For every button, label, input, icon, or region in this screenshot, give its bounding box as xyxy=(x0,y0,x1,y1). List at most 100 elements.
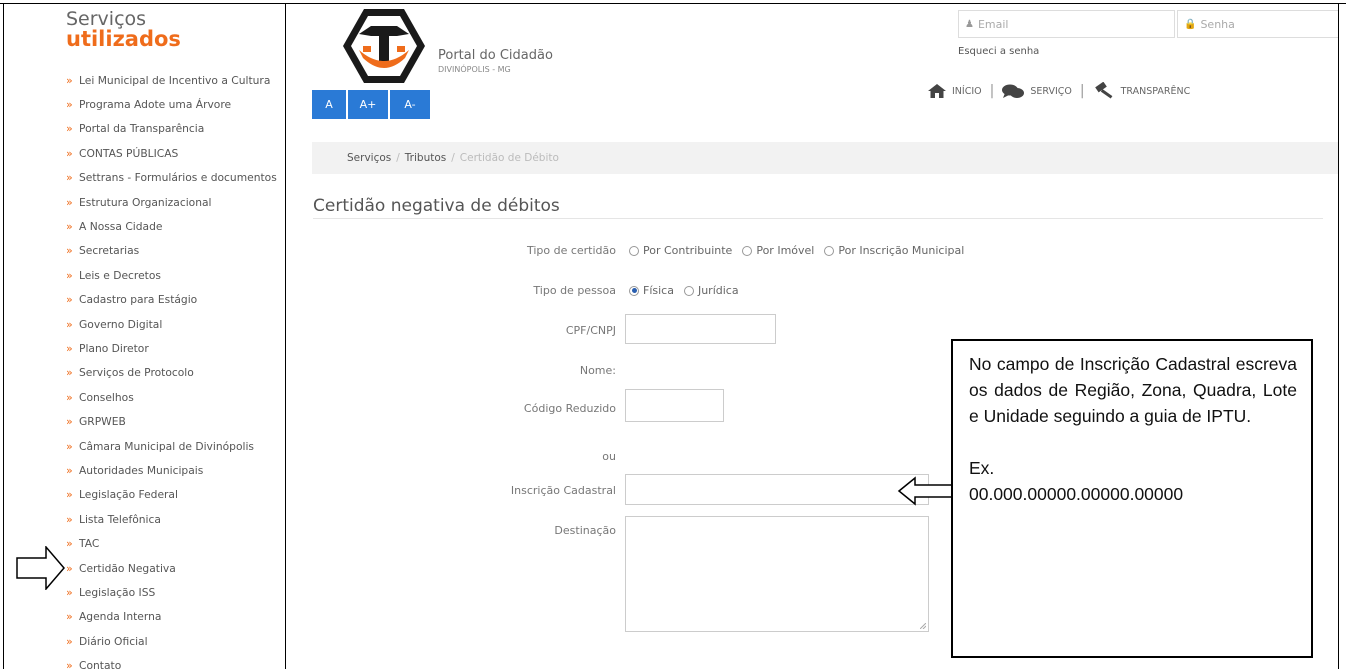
sidebar-item-label[interactable]: CONTAS PÚBLICAS xyxy=(79,147,178,160)
breadcrumb-servicos[interactable]: Serviços xyxy=(347,152,391,164)
nav-separator: | xyxy=(1079,83,1085,99)
sidebar-item[interactable]: » Programa Adote uma Árvore xyxy=(66,92,277,116)
title-divider xyxy=(313,218,1323,219)
sidebar-item-label[interactable]: A Nossa Cidade xyxy=(79,220,162,233)
radio-por-contribuinte-label: Por Contribuinte xyxy=(643,244,733,257)
sidebar-item[interactable]: » Portal da Transparência xyxy=(66,117,277,141)
sidebar-item-label[interactable]: Agenda Interna xyxy=(79,610,161,623)
forgot-password-link[interactable]: Esqueci a senha xyxy=(958,46,1039,57)
radio-por-contribuinte[interactable] xyxy=(629,245,639,256)
bullet-icon: » xyxy=(66,634,73,648)
sidebar-item-label[interactable]: Governo Digital xyxy=(79,318,162,331)
sidebar-item-label[interactable]: Estrutura Organizacional xyxy=(79,196,212,209)
sidebar-item[interactable]: » Agenda Interna xyxy=(66,605,277,629)
radio-fisica[interactable] xyxy=(629,285,639,296)
bullet-icon: » xyxy=(66,220,73,234)
sidebar-item-label[interactable]: Programa Adote uma Árvore xyxy=(79,98,231,111)
codigo-reduzido-input[interactable] xyxy=(625,389,724,422)
password-placeholder: Senha xyxy=(1200,17,1235,31)
breadcrumb-tributos[interactable]: Tributos xyxy=(405,152,446,164)
codigo-reduzido-label: Código Reduzido xyxy=(523,402,616,415)
sidebar-item-label[interactable]: Secretarias xyxy=(79,244,139,257)
sidebar-item-label[interactable]: TAC xyxy=(79,537,99,550)
bullet-icon: » xyxy=(66,439,73,453)
sidebar-item[interactable]: » Legislação ISS xyxy=(66,580,277,604)
nav-inicio[interactable]: INÍCIO xyxy=(928,84,982,98)
sidebar-item[interactable]: » Governo Digital xyxy=(66,312,277,336)
nav-transparencia[interactable]: TRANSPARÊNC xyxy=(1093,82,1190,100)
bullet-icon: » xyxy=(66,585,73,599)
document-table-border-right xyxy=(1338,3,1339,669)
nav-servico[interactable]: SERVIÇO xyxy=(1002,84,1072,99)
sidebar-item[interactable]: » CONTAS PÚBLICAS xyxy=(66,141,277,165)
sidebar-item-label[interactable]: Lista Telefônica xyxy=(79,513,161,526)
portal-logo xyxy=(343,9,425,83)
pointer-arrow-right-icon xyxy=(16,546,65,590)
bullet-icon: » xyxy=(66,171,73,185)
sidebar-item-label[interactable]: GRPWEB xyxy=(79,415,126,428)
sidebar-item[interactable]: » Plano Diretor xyxy=(66,336,277,360)
sidebar-item[interactable]: » Conselhos xyxy=(66,385,277,409)
sidebar-item[interactable]: » Settrans - Formulários e documentos xyxy=(66,166,277,190)
bullet-icon: » xyxy=(66,488,73,502)
sidebar-item-label[interactable]: Portal da Transparência xyxy=(79,122,204,135)
sidebar-item-label[interactable]: Contato xyxy=(79,659,121,669)
inscricao-cadastral-input[interactable] xyxy=(625,474,929,505)
font-normal-button[interactable]: A xyxy=(312,90,346,119)
bullet-icon: » xyxy=(66,244,73,258)
sidebar-item[interactable]: » Lista Telefônica xyxy=(66,507,277,531)
sidebar-item[interactable]: » Estrutura Organizacional xyxy=(66,190,277,214)
sidebar-item[interactable]: » Diário Oficial xyxy=(66,629,277,653)
bullet-icon: » xyxy=(66,390,73,404)
sidebar-item[interactable]: » Contato xyxy=(66,653,277,669)
sidebar-title-line2: utilizados xyxy=(66,27,181,51)
sidebar-item[interactable]: » A Nossa Cidade xyxy=(66,214,277,238)
sidebar-item-label[interactable]: Leis e Decretos xyxy=(79,269,161,282)
sidebar-item-label[interactable]: Autoridades Municipais xyxy=(79,464,203,477)
email-field[interactable]: ♟ Email xyxy=(958,10,1175,38)
cpf-cnpj-input[interactable] xyxy=(625,314,776,344)
breadcrumb-current: Certidão de Débito xyxy=(459,152,559,164)
font-decrease-button[interactable]: A- xyxy=(390,90,430,119)
sidebar-item-label[interactable]: Legislação Federal xyxy=(79,488,178,501)
bullet-icon: » xyxy=(66,73,73,87)
destinacao-textarea[interactable] xyxy=(625,516,929,632)
sidebar-item[interactable]: » Cadastro para Estágio xyxy=(66,288,277,312)
bullet-icon: » xyxy=(66,463,73,477)
sidebar-item-label[interactable]: Conselhos xyxy=(79,391,134,404)
sidebar-item-label[interactable]: Diário Oficial xyxy=(79,635,148,648)
radio-por-inscricao-municipal[interactable] xyxy=(824,245,835,256)
sidebar-item[interactable]: » Certidão Negativa xyxy=(66,556,277,580)
nav-inicio-label: INÍCIO xyxy=(952,85,982,97)
lock-icon: 🔒 xyxy=(1184,18,1197,30)
sidebar-item[interactable]: » Legislação Federal xyxy=(66,483,277,507)
radio-por-imovel[interactable] xyxy=(742,245,753,256)
sidebar-item[interactable]: » Secretarias xyxy=(66,239,277,263)
sidebar-item[interactable]: » GRPWEB xyxy=(66,409,277,433)
bullet-icon: » xyxy=(66,415,73,429)
sidebar-item[interactable]: » Serviços de Protocolo xyxy=(66,361,277,385)
sidebar-item-label[interactable]: Serviços de Protocolo xyxy=(79,366,194,379)
sidebar-item-label[interactable]: Cadastro para Estágio xyxy=(79,293,197,306)
portal-name: Portal do Cidadão xyxy=(438,48,553,63)
tipo-pessoa-label: Tipo de pessoa xyxy=(533,284,616,297)
font-increase-button[interactable]: A+ xyxy=(348,90,388,119)
top-navigation: INÍCIO | SERVIÇO | TRANSPARÊNC xyxy=(928,82,1190,100)
sidebar-item[interactable]: » Autoridades Municipais xyxy=(66,458,277,482)
sidebar-item[interactable]: » Lei Municipal de Incentivo a Cultura xyxy=(66,68,277,92)
sidebar-item[interactable]: » TAC xyxy=(66,531,277,555)
sidebar-item-label[interactable]: Lei Municipal de Incentivo a Cultura xyxy=(79,74,270,87)
sidebar-item-label[interactable]: Câmara Municipal de Divinópolis xyxy=(79,440,254,453)
sidebar-item-label[interactable]: Certidão Negativa xyxy=(79,562,176,575)
bullet-icon: » xyxy=(66,293,73,307)
radio-juridica[interactable] xyxy=(683,285,694,296)
callout-text: No campo de Inscrição Cadastral escreva … xyxy=(969,354,1297,426)
bullet-icon: » xyxy=(66,366,73,380)
sidebar-item-label[interactable]: Settrans - Formulários e documentos xyxy=(79,171,277,184)
password-field[interactable]: 🔒 Senha xyxy=(1177,10,1338,38)
radio-por-inscricao-municipal-label: Por Inscrição Municipal xyxy=(838,244,965,257)
sidebar-item[interactable]: » Leis e Decretos xyxy=(66,263,277,287)
sidebar-item-label[interactable]: Legislação ISS xyxy=(79,586,155,599)
sidebar-item-label[interactable]: Plano Diretor xyxy=(79,342,149,355)
sidebar-item[interactable]: » Câmara Municipal de Divinópolis xyxy=(66,434,277,458)
